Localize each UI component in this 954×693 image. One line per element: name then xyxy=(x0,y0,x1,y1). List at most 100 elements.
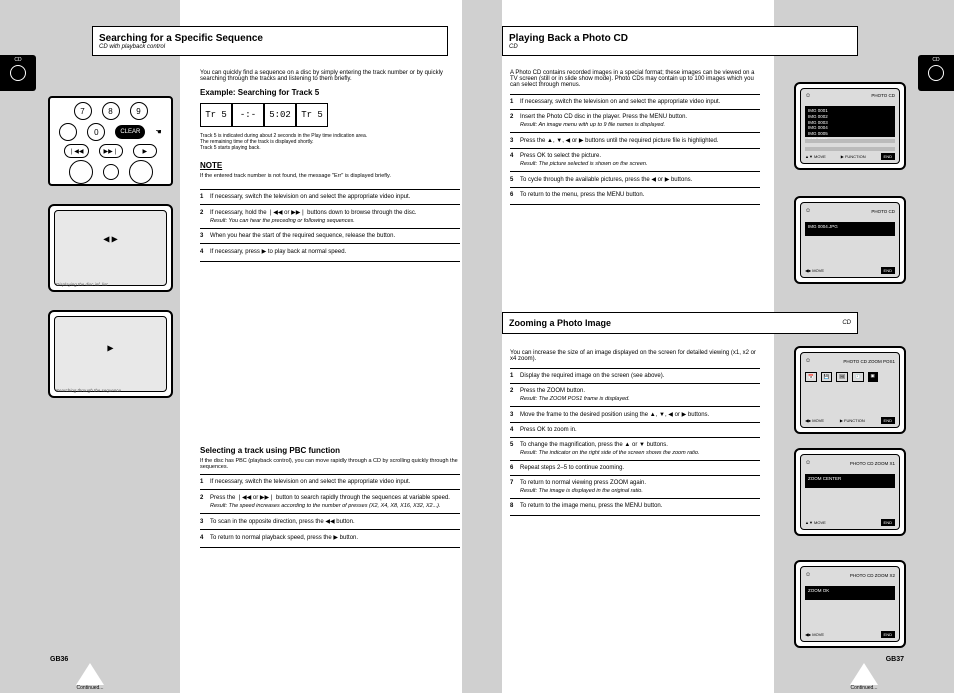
instruction-step: 1If necessary, switch the television on … xyxy=(200,474,460,489)
instruction-step: 2Press the ZOOM button. Result: The ZOOM … xyxy=(510,383,760,406)
remote-control-diagram: 7 8 9 0 CLEAR ☚ ❘◀◀ ▶▶❘ ▶ xyxy=(48,96,173,186)
step-number: 4 xyxy=(510,427,520,433)
step-number: 4 xyxy=(200,249,210,255)
instruction-step: 1If necessary, switch the television on … xyxy=(200,189,460,204)
continue-arrow-right-icon xyxy=(850,663,878,685)
track-display-row: Tr 5 -:- 5:02 Tr 5 xyxy=(200,103,460,127)
step-number: 3 xyxy=(200,519,210,525)
step-number: 2 xyxy=(200,495,210,501)
floppy-icon: 💾 xyxy=(821,372,833,382)
smiley-icon: ☺ xyxy=(805,93,811,99)
continue-label-left: Continued... xyxy=(50,685,130,691)
section-tab-right: CD xyxy=(918,55,954,91)
instruction-step: 2Press the ❘◀◀ or ▶▶❘ button to search r… xyxy=(200,489,460,513)
calendar-icon: 📅 xyxy=(805,372,817,382)
tv-footer-end: END xyxy=(881,267,895,274)
remote-key-clear: CLEAR xyxy=(115,125,145,139)
tv-title: PHOTO CD ZOOM X1 xyxy=(850,461,895,466)
right-column-a: A Photo CD contains recorded images in a… xyxy=(510,70,760,207)
step-text: To cycle through the available pictures,… xyxy=(520,177,692,183)
step-text: To scan in the opposite direction, press… xyxy=(210,519,355,525)
step-number: 3 xyxy=(200,233,210,239)
track-note: Track 5 starts playing back. xyxy=(200,145,460,151)
pointer-icon: ☚ xyxy=(155,128,161,136)
tv-footer-end: END xyxy=(881,417,895,424)
tv-title: PHOTO CD ZOOM POS1 xyxy=(843,359,895,364)
remote-key-7: 7 xyxy=(74,102,92,120)
instruction-step: 3To scan in the opposite direction, pres… xyxy=(200,513,460,529)
tv-footer-end: END xyxy=(881,631,895,638)
tv-footer-left: ▲▼ MOVE xyxy=(805,520,826,525)
remote-nav-ring-2 xyxy=(129,160,153,184)
instruction-step: 5To cycle through the available pictures… xyxy=(510,171,760,187)
instruction-step: 7To return to normal viewing press ZOOM … xyxy=(510,475,760,498)
instruction-step: 1Display the required image on the scree… xyxy=(510,368,760,383)
remote-key-8: 8 xyxy=(102,102,120,120)
step-number: 2 xyxy=(510,388,520,394)
continue-label-right: Continued... xyxy=(824,685,904,691)
step-number: 8 xyxy=(510,503,520,509)
tv-footer-end: END xyxy=(881,519,895,526)
example-heading: Example: Searching for Track 5 xyxy=(200,88,460,97)
step-number: 6 xyxy=(510,465,520,471)
step-number: 6 xyxy=(510,192,520,198)
screen-area: ▶ xyxy=(54,316,167,392)
smiley-icon: ☺ xyxy=(805,572,811,578)
step-note: Result: The picture selected is shown on… xyxy=(520,161,760,167)
page-title-right: Playing Back a Photo CD CD xyxy=(502,26,858,56)
tv-preview-panel: ☺PHOTO CDIMG 0001IMG 0002IMG 0003IMG 000… xyxy=(794,82,906,170)
step-note: Result: An image menu with up to 9 file … xyxy=(520,122,760,128)
instruction-step: 3When you hear the start of the required… xyxy=(200,228,460,243)
instruction-step: 1If necessary, switch the television on … xyxy=(510,94,760,109)
instruction-step: 4If necessary, press ▶ to play back at n… xyxy=(200,243,460,259)
clock-icon: 🕘 xyxy=(852,372,864,382)
play-arrow-icon: ▶ xyxy=(107,344,113,353)
intro-paragraph: You can quickly find a sequence on a dis… xyxy=(200,70,460,82)
track-cell: -:- xyxy=(232,103,264,127)
instruction-step: 2If necessary, hold the ❘◀◀ or ▶▶❘ butto… xyxy=(200,204,460,228)
step-text: Press the ❘◀◀ or ▶▶❘ button to search ra… xyxy=(210,495,450,501)
smiley-icon: ☺ xyxy=(805,358,811,364)
step-text: Press OK to select the picture. xyxy=(520,153,601,159)
page-number-right: GB37 xyxy=(886,656,904,663)
step-text: Repeat steps 2–5 to continue zooming. xyxy=(520,465,624,471)
step-text: Insert the Photo CD disc in the player. … xyxy=(520,114,687,120)
page-number-left: GB36 xyxy=(50,656,68,663)
screen-area: ◀ ▶ xyxy=(54,210,167,286)
smiley-icon: ☺ xyxy=(805,208,811,214)
remote-key-blank xyxy=(59,123,77,141)
step-text: Press the ZOOM button. xyxy=(520,388,585,394)
step-text: If necessary, press ▶ to play back at no… xyxy=(210,249,346,255)
remote-key-0: 0 xyxy=(87,123,105,141)
left-column-b: Selecting a track using PBC function If … xyxy=(200,440,460,550)
instruction-step: 4To return to normal playback speed, pre… xyxy=(200,529,460,545)
step-note: Result: The indicator on the right side … xyxy=(520,450,760,456)
section-tab-left: CD xyxy=(0,55,36,91)
note-heading: NOTE xyxy=(200,161,460,170)
tv-title: PHOTO CD xyxy=(871,93,895,98)
step-note: Result: The ZOOM POS1 frame is displayed… xyxy=(520,396,760,402)
tv-footer-mid: ▶ FUNCTION xyxy=(840,418,865,423)
diagram-screen-info-list: ◀ ▶ Displaying the disc inf. list xyxy=(48,204,173,292)
tv-footer-left: ▲▼ MOVE xyxy=(805,154,826,159)
step-text: Press the ▲, ▼, ◀ or ▶ buttons until the… xyxy=(520,138,719,144)
step-text: To change the magnification, press the ▲… xyxy=(520,442,668,448)
page-title-left: Searching for a Specific Sequence CD wit… xyxy=(92,26,448,56)
step-number: 3 xyxy=(510,138,520,144)
step-number: 4 xyxy=(510,153,520,159)
diagram-screen-search: ▶ Searching through the sequence xyxy=(48,310,173,398)
picture-icon: 🖼 xyxy=(836,372,848,382)
remote-nav-ring xyxy=(69,160,93,184)
remote-key-play: ▶ xyxy=(133,144,157,158)
step-number: 1 xyxy=(200,479,210,485)
pbc-intro: If the disc has PBC (playback control), … xyxy=(200,458,460,470)
remote-key-skip-prev: ❘◀◀ xyxy=(64,144,88,158)
step-number: 2 xyxy=(510,114,520,120)
step-text: Press OK to zoom in. xyxy=(520,427,577,433)
instruction-step: 4Press OK to zoom in. xyxy=(510,422,760,437)
step-text: Move the frame to the desired position u… xyxy=(520,412,709,418)
step-text: To return to the menu, press the MENU bu… xyxy=(520,192,644,198)
right-intro: A Photo CD contains recorded images in a… xyxy=(510,70,760,88)
step-number: 5 xyxy=(510,177,520,183)
step-number: 7 xyxy=(510,480,520,486)
